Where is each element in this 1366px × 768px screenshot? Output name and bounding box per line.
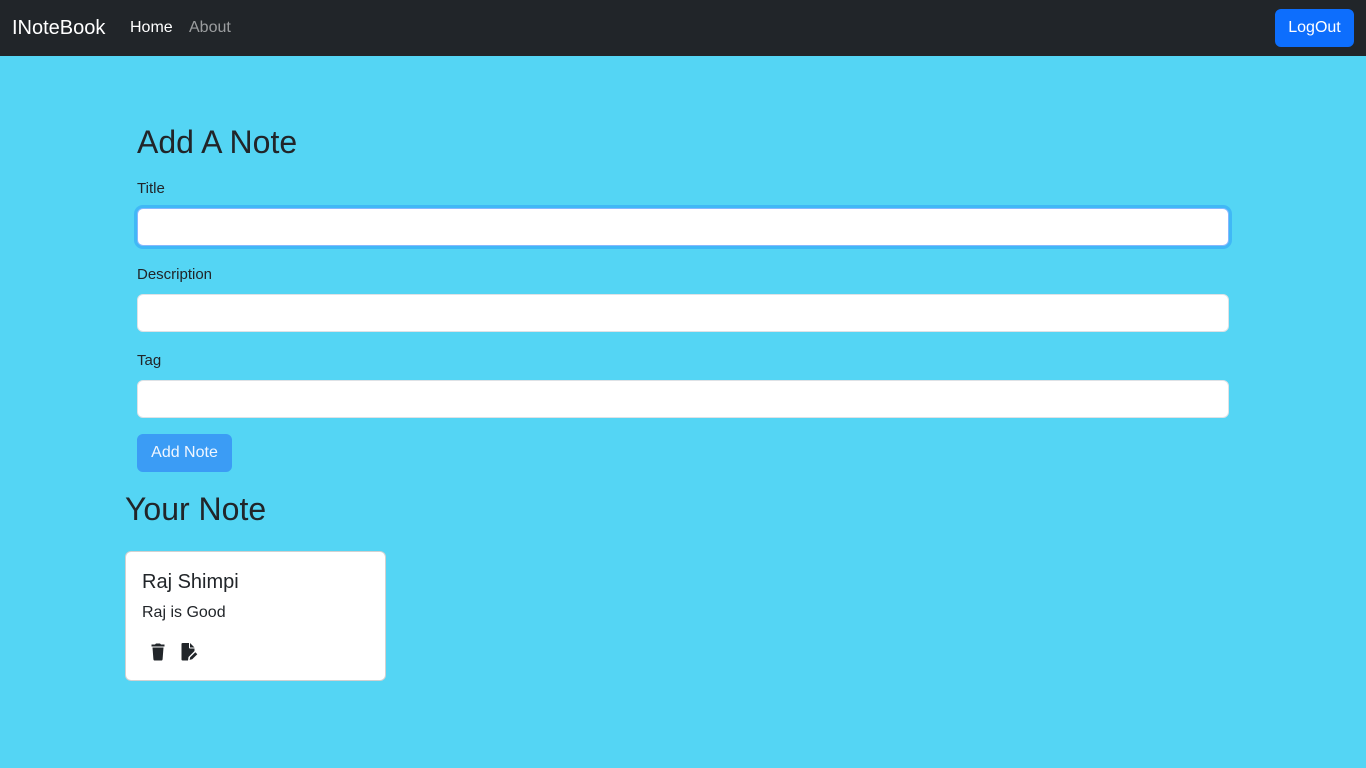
navbar-brand[interactable]: INoteBook (12, 15, 105, 41)
add-note-button[interactable]: Add Note (137, 434, 232, 472)
navbar: INoteBook Home About LogOut (0, 0, 1366, 56)
note-title: Raj Shimpi (142, 571, 239, 593)
logout-button[interactable]: LogOut (1275, 9, 1354, 47)
description-input[interactable] (137, 294, 1229, 332)
trash-icon[interactable] (148, 642, 168, 662)
description-label: Description (137, 266, 213, 283)
tag-label: Tag (137, 352, 162, 369)
your-notes-heading: Your Note (125, 491, 267, 527)
title-label: Title (137, 180, 165, 197)
note-card: Raj Shimpi Raj is Good (125, 551, 386, 681)
edit-document-icon[interactable] (179, 642, 199, 662)
add-note-heading: Add A Note (137, 124, 298, 160)
title-input[interactable] (137, 208, 1229, 246)
nav-link-about[interactable]: About (189, 18, 231, 38)
nav-link-home[interactable]: Home (130, 18, 173, 38)
tag-input[interactable] (137, 380, 1229, 418)
note-description: Raj is Good (142, 604, 226, 621)
